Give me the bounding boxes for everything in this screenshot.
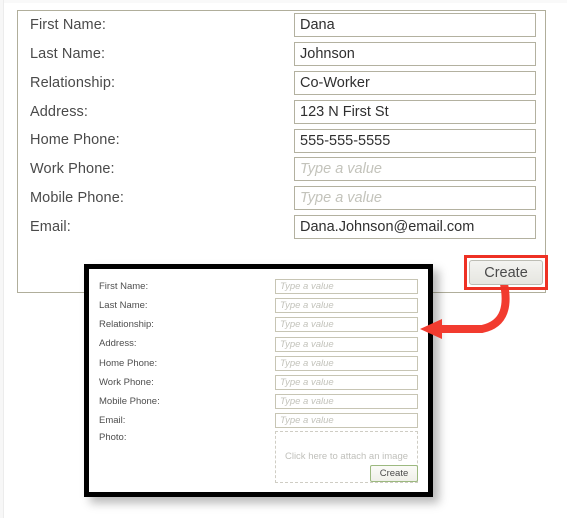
dialog-field-input-mobile-phone[interactable]: Type a value <box>275 394 418 410</box>
dialog-field-input-work-phone[interactable]: Type a value <box>275 375 418 391</box>
page-left-gutter <box>0 0 4 518</box>
dialog-row: First Name: Type a value <box>99 277 418 296</box>
dialog-field-label-home-phone: Home Phone: <box>99 357 158 369</box>
dialog-field-label-email: Email: <box>99 415 126 427</box>
dialog-field-input-last-name[interactable]: Type a value <box>275 298 418 314</box>
field-input-last-name[interactable]: Johnson <box>294 42 536 67</box>
form-row: Mobile Phone: Type a value <box>18 184 545 213</box>
dialog-footer: Create <box>370 465 418 482</box>
field-input-home-phone[interactable]: 555-555-5555 <box>294 128 536 153</box>
new-contact-dialog: First Name: Type a value Last Name: Type… <box>84 264 433 497</box>
new-contact-dialog-body: First Name: Type a value Last Name: Type… <box>89 269 428 492</box>
dialog-field-label-address: Address: <box>99 338 137 350</box>
dialog-row: Email: Type a value <box>99 411 418 430</box>
field-input-first-name[interactable]: Dana <box>294 13 536 38</box>
field-input-email[interactable]: Dana.Johnson@email.com <box>294 214 536 239</box>
field-label-last-name: Last Name: <box>30 45 106 62</box>
field-label-home-phone: Home Phone: <box>30 132 120 149</box>
field-label-address: Address: <box>30 103 89 120</box>
field-input-address[interactable]: 123 N First St <box>294 99 536 124</box>
field-label-first-name: First Name: <box>30 17 107 34</box>
dialog-row: Address: Type a value <box>99 335 418 354</box>
form-row: Relationship: Co-Worker <box>18 69 545 98</box>
form-row: Home Phone: 555-555-5555 <box>18 126 545 155</box>
dialog-field-label-first-name: First Name: <box>99 280 149 292</box>
contact-form-panel: First Name: Dana Last Name: Johnson Rela… <box>17 10 546 293</box>
dialog-field-input-email[interactable]: Type a value <box>275 413 418 429</box>
create-button[interactable]: Create <box>469 260 543 285</box>
dialog-row: Relationship: Type a value <box>99 315 418 334</box>
dialog-field-input-first-name[interactable]: Type a value <box>275 279 418 295</box>
field-input-mobile-phone[interactable]: Type a value <box>294 186 536 211</box>
dialog-row: Last Name: Type a value <box>99 296 418 315</box>
form-row: Work Phone: Type a value <box>18 155 545 184</box>
dialog-row: Work Phone: Type a value <box>99 373 418 392</box>
field-label-email: Email: <box>30 218 71 235</box>
dialog-field-input-relationship[interactable]: Type a value <box>275 317 418 333</box>
form-row: Address: 123 N First St <box>18 97 545 126</box>
form-row: Last Name: Johnson <box>18 40 545 69</box>
field-label-relationship: Relationship: <box>30 74 116 91</box>
dialog-field-input-home-phone[interactable]: Type a value <box>275 355 418 371</box>
form-row: Email: Dana.Johnson@email.com <box>18 213 545 242</box>
page-top-strip <box>0 0 567 3</box>
dialog-row: Home Phone: Type a value <box>99 354 418 373</box>
field-label-work-phone: Work Phone: <box>30 161 115 178</box>
field-label-mobile-phone: Mobile Phone: <box>30 189 124 206</box>
dialog-field-input-address[interactable]: Type a value <box>275 336 418 352</box>
dialog-field-label-work-phone: Work Phone: <box>99 376 154 388</box>
photo-dropzone-label: Click here to attach an image <box>284 451 409 462</box>
dialog-field-label-mobile-phone: Mobile Phone: <box>99 395 160 407</box>
dialog-field-label-photo: Photo: <box>99 431 127 443</box>
form-row: First Name: Dana <box>18 11 545 40</box>
dialog-create-button[interactable]: Create <box>370 465 418 482</box>
field-input-relationship[interactable]: Co-Worker <box>294 70 536 95</box>
dialog-field-label-relationship: Relationship: <box>99 319 154 331</box>
dialog-field-label-last-name: Last Name: <box>99 300 148 312</box>
field-input-work-phone[interactable]: Type a value <box>294 157 536 182</box>
dialog-row: Mobile Phone: Type a value <box>99 392 418 411</box>
